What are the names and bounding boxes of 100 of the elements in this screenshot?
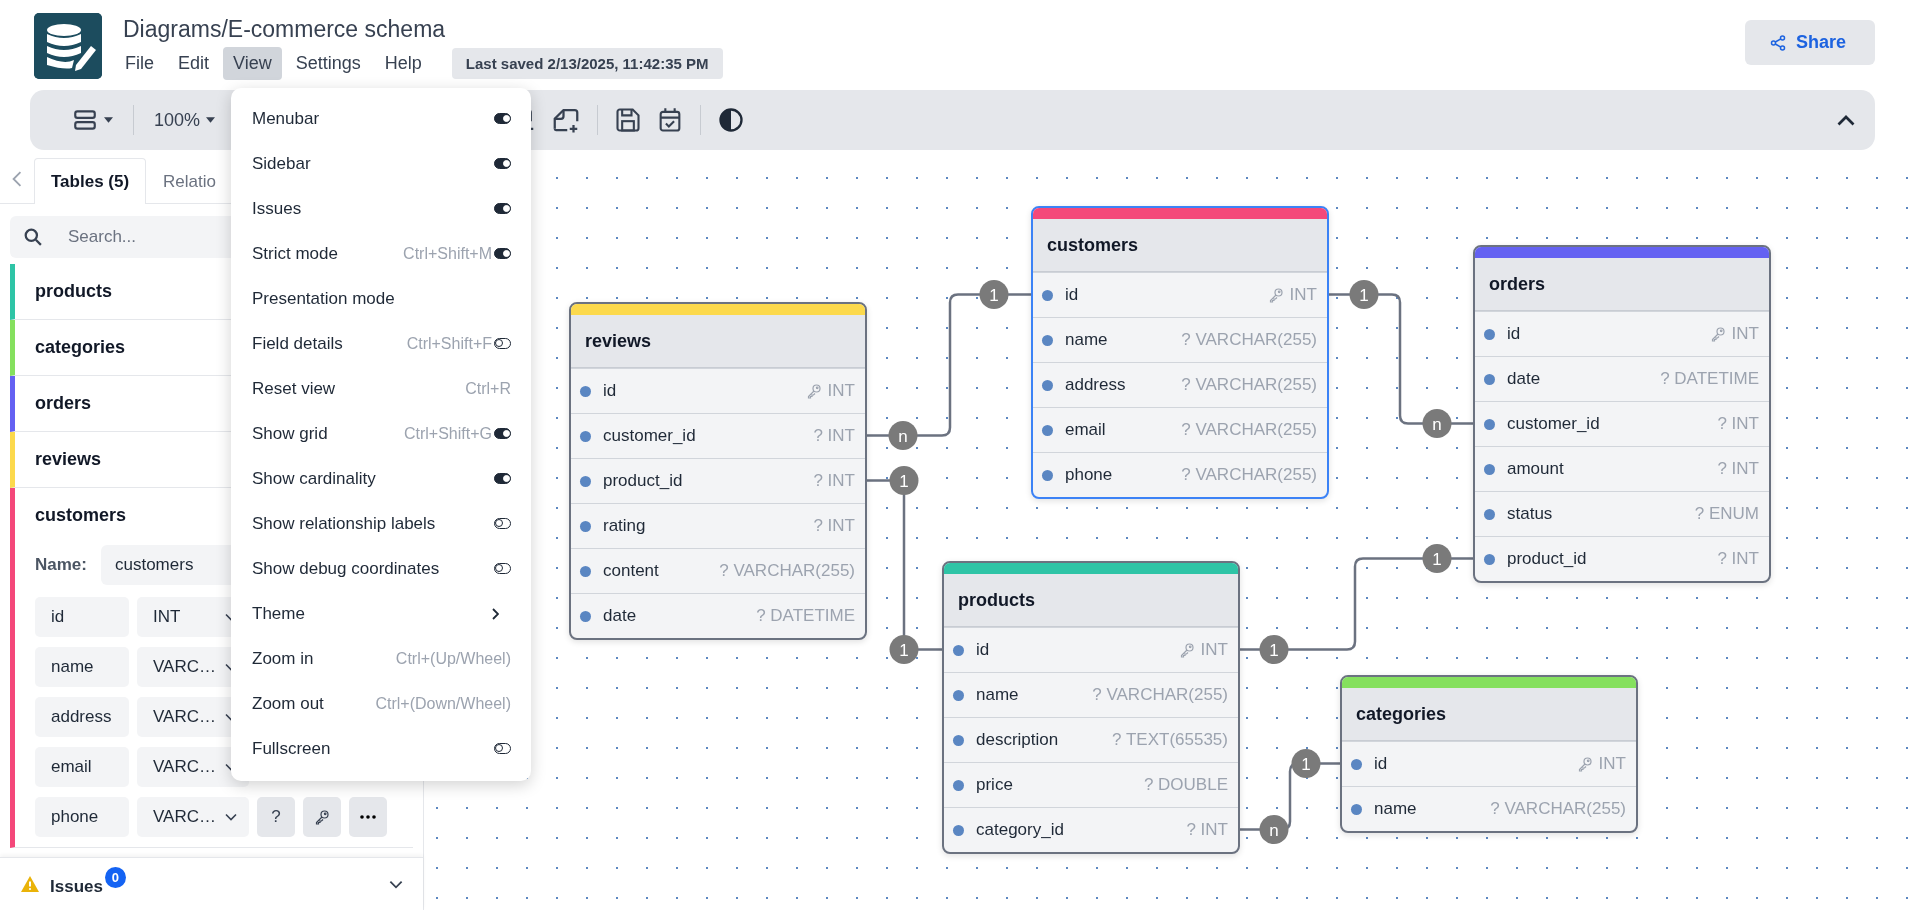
field-row[interactable]: id INT [1475, 311, 1769, 356]
field-name: date [603, 606, 637, 626]
table-name: products [35, 281, 112, 302]
field-name-input[interactable]: email [35, 747, 129, 787]
field-row[interactable]: amount ? INT [1475, 446, 1769, 491]
field-row[interactable]: name ? VARCHAR(255) [944, 672, 1238, 717]
table-card[interactable]: orders id INT date ? DATETIME customer_id ? INT amount ? INT status ? ENUM product_id ? INT [1473, 245, 1771, 583]
field-row[interactable]: phone ? VARCHAR(255) [1033, 452, 1327, 497]
field-type: ? VARCHAR(255) [1092, 685, 1228, 705]
cardinality-badge: 1 [1259, 635, 1289, 664]
toggle-switch[interactable] [494, 203, 511, 214]
menu-option[interactable]: Sidebar [231, 141, 531, 186]
nullable-button[interactable]: ? [257, 797, 295, 837]
table-card[interactable]: reviews id INT customer_id ? INT product_id ? INT rating ? INT content ? VARCHAR(255) date ? DATETIME [569, 302, 867, 640]
field-dot-icon [1042, 289, 1053, 301]
field-type: ? TEXT(65535) [1112, 730, 1228, 750]
field-row[interactable]: product_id ? INT [571, 458, 865, 503]
field-row[interactable]: date ? DATETIME [571, 593, 865, 638]
menu-item[interactable]: Edit [168, 47, 220, 80]
field-type: ? INT [1717, 549, 1759, 569]
sidebar-tab[interactable]: Tables (5) [34, 158, 147, 204]
field-row[interactable]: product_id ? INT [1475, 536, 1769, 581]
field-dot-icon [1351, 803, 1362, 815]
field-row[interactable]: address ? VARCHAR(255) [1033, 362, 1327, 407]
field-name-input[interactable]: phone [35, 797, 129, 837]
field-name: id [1065, 285, 1079, 305]
share-button[interactable]: Share [1744, 20, 1875, 65]
contrast-icon[interactable] [717, 106, 746, 134]
database-pencil-logo [34, 13, 102, 79]
toggle-switch[interactable] [494, 248, 511, 259]
field-row[interactable]: content ? VARCHAR(255) [571, 548, 865, 593]
toggle-switch[interactable] [494, 473, 511, 484]
menu-item[interactable]: Settings [285, 47, 371, 80]
field-dot-icon [1484, 508, 1495, 520]
field-type: ? INT [813, 471, 855, 491]
field-dot-icon [1042, 469, 1053, 481]
diagram-title: Diagrams/E-commerce schema [123, 15, 447, 44]
field-dot-icon [1484, 463, 1495, 475]
field-name-input[interactable]: name [35, 647, 129, 687]
toggle-switch[interactable] [494, 158, 511, 169]
field-name: id [1374, 754, 1388, 774]
key-icon [1576, 756, 1593, 772]
field-row[interactable]: date ? DATETIME [1475, 356, 1769, 401]
field-name: name [1374, 799, 1417, 819]
field-row[interactable]: email ? VARCHAR(255) [1033, 407, 1327, 452]
field-row[interactable]: name ? VARCHAR(255) [1033, 317, 1327, 362]
table-name: reviews [35, 449, 102, 470]
field-row[interactable]: id INT [571, 368, 865, 413]
field-name: date [1507, 369, 1541, 389]
shortcut-label: Ctrl+R [465, 379, 511, 398]
save-icon[interactable] [614, 106, 643, 134]
field-dot-icon [1351, 758, 1362, 770]
primary-key-button[interactable] [303, 797, 341, 837]
field-type: ? INT [1717, 414, 1759, 434]
cardinality-badge: 1 [1349, 280, 1379, 309]
field-name: price [976, 775, 1013, 795]
table-card[interactable]: customers id INT name ? VARCHAR(255) address ? VARCHAR(255) email ? VARCHAR(255) phone ? VARCHAR(255) [1031, 206, 1329, 499]
menu-option[interactable]: Issues [231, 186, 531, 231]
search-icon [24, 228, 42, 246]
field-row[interactable]: customer_id ? INT [1475, 401, 1769, 446]
field-row[interactable]: description ? TEXT(65535) [944, 717, 1238, 762]
menu-item[interactable]: View [223, 47, 282, 80]
field-type: INT [827, 381, 855, 401]
field-row[interactable]: category_id ? INT [944, 807, 1238, 852]
toggle-switch[interactable] [494, 113, 511, 124]
field-row[interactable]: customer_id ? INT [571, 413, 865, 458]
field-type: INT [1289, 285, 1317, 305]
cardinality-badge: n [1422, 409, 1452, 438]
field-name-input[interactable]: id [35, 597, 129, 637]
field-name-input[interactable]: address [35, 697, 129, 737]
menu-option[interactable]: Menubar [231, 96, 531, 141]
field-type: ? INT [1186, 820, 1228, 840]
field-row[interactable]: status ? ENUM [1475, 491, 1769, 536]
type-select[interactable]: VARC… [137, 797, 249, 837]
table-card[interactable]: products id INT name ? VARCHAR(255) description ? TEXT(65535) price ? DOUBLE category_id ? INT [942, 561, 1240, 854]
field-row[interactable]: id INT [1342, 741, 1636, 786]
field-dot-icon [953, 734, 964, 746]
field-row[interactable]: id INT [944, 627, 1238, 672]
menu-item[interactable]: Help [374, 47, 432, 80]
field-name: rating [603, 516, 646, 536]
field-dot-icon [580, 565, 591, 577]
more-button[interactable] [349, 797, 387, 837]
field-type: ? VARCHAR(255) [1181, 375, 1317, 395]
field-row[interactable]: name ? VARCHAR(255) [1342, 786, 1636, 831]
field-name: description [976, 730, 1059, 750]
table-name: categories [1356, 703, 1447, 725]
field-row[interactable]: rating ? INT [571, 503, 865, 548]
field-row[interactable]: id INT [1033, 272, 1327, 317]
table-card[interactable]: categories id INT name ? VARCHAR(255) [1340, 675, 1638, 833]
sidebar-tab[interactable]: Relatio [146, 158, 233, 204]
field-name: id [976, 640, 990, 660]
zoom-dropdown[interactable]: 100% [148, 105, 222, 135]
field-row[interactable]: price ? DOUBLE [944, 762, 1238, 807]
cardinality-badge: 1 [1291, 749, 1321, 778]
chevron-up-icon[interactable] [1837, 114, 1855, 126]
option-label: Reset view [252, 378, 336, 399]
toggle-switch[interactable] [494, 428, 511, 439]
menu-item[interactable]: File [115, 47, 164, 80]
field-dot-icon [1484, 373, 1495, 385]
field-name: product_id [1507, 549, 1587, 569]
